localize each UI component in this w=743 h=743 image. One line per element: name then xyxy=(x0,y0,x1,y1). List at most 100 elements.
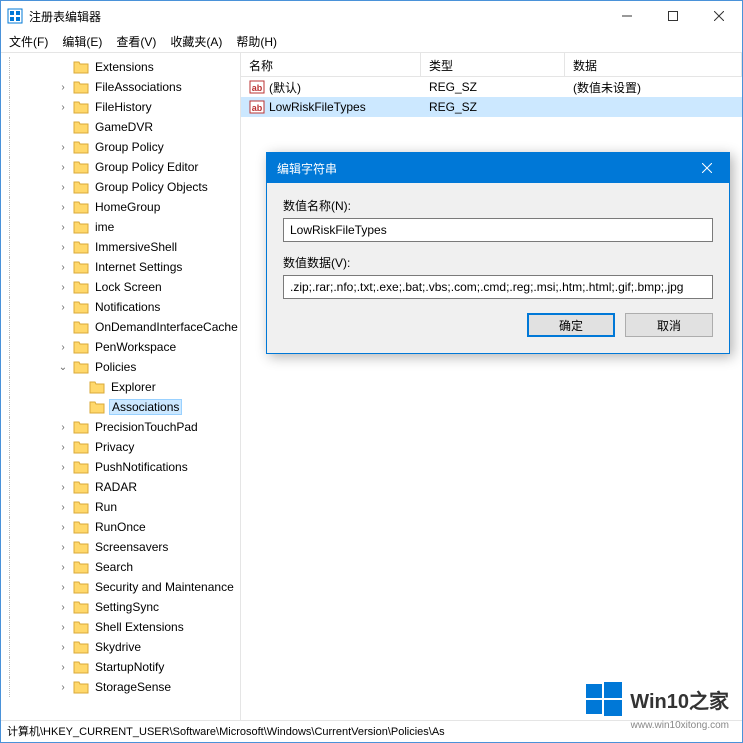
tree-item[interactable]: ›Skydrive xyxy=(1,637,240,657)
tree-item-label: Associations xyxy=(109,399,182,415)
menu-help[interactable]: 帮助(H) xyxy=(236,33,277,50)
tree-expander-icon[interactable]: › xyxy=(57,422,69,433)
tree-item[interactable]: ›Internet Settings xyxy=(1,257,240,277)
maximize-button[interactable] xyxy=(650,1,696,31)
cell-name: (默认) xyxy=(269,79,301,96)
tree-item[interactable]: › ImmersiveShell xyxy=(1,237,240,257)
tree-item[interactable]: › Group Policy Objects xyxy=(1,177,240,197)
tree-item[interactable]: ›Security and Maintenance xyxy=(1,577,240,597)
tree-item[interactable]: › Privacy xyxy=(1,437,240,457)
tree-expander-icon[interactable]: › xyxy=(57,482,69,493)
list-row[interactable]: ab(默认)REG_SZ(数值未设置) xyxy=(241,77,742,97)
tree-expander-icon[interactable]: › xyxy=(57,662,69,673)
folder-icon xyxy=(73,240,89,254)
tree-expander-icon[interactable]: › xyxy=(57,542,69,553)
menu-favorites[interactable]: 收藏夹(A) xyxy=(170,33,222,50)
tree-expander-icon[interactable]: › xyxy=(57,222,69,233)
tree-item[interactable]: ›Search xyxy=(1,557,240,577)
tree-expander-icon[interactable]: › xyxy=(57,142,69,153)
col-data[interactable]: 数据 xyxy=(565,53,742,76)
tree-item[interactable]: OnDemandInterfaceCache xyxy=(1,317,240,337)
value-data-input[interactable] xyxy=(283,275,713,299)
tree-expander-icon[interactable]: › xyxy=(57,602,69,613)
tree-item[interactable]: ›PenWorkspace xyxy=(1,337,240,357)
tree-item[interactable]: ›Run xyxy=(1,497,240,517)
tree-item-label: Privacy xyxy=(93,440,136,454)
menu-view[interactable]: 查看(V) xyxy=(116,33,156,50)
tree-item[interactable]: ›HomeGroup xyxy=(1,197,240,217)
app-icon xyxy=(7,8,23,24)
folder-icon xyxy=(73,560,89,574)
tree-expander-icon[interactable]: › xyxy=(57,562,69,573)
folder-icon xyxy=(73,340,89,354)
folder-icon xyxy=(73,280,89,294)
tree-item[interactable]: ›RunOnce xyxy=(1,517,240,537)
tree-item[interactable]: › PrecisionTouchPad xyxy=(1,417,240,437)
tree-item-label: ImmersiveShell xyxy=(93,240,179,254)
tree-item-label: OnDemandInterfaceCache xyxy=(93,320,240,334)
list-row[interactable]: abLowRiskFileTypesREG_SZ xyxy=(241,97,742,117)
tree-item[interactable]: ›FileAssociations xyxy=(1,77,240,97)
tree-expander-icon[interactable]: › xyxy=(57,82,69,93)
watermark-text: Win10之家 xyxy=(630,685,729,714)
cancel-button[interactable]: 取消 xyxy=(625,313,713,337)
tree-item-label: Group Policy Objects xyxy=(93,180,210,194)
tree-expander-icon[interactable]: › xyxy=(57,242,69,253)
tree-item[interactable]: › Group Policy Editor xyxy=(1,157,240,177)
tree-expander-icon[interactable]: › xyxy=(57,182,69,193)
tree-expander-icon[interactable]: › xyxy=(57,582,69,593)
tree-item[interactable]: ›StartupNotify xyxy=(1,657,240,677)
menu-edit[interactable]: 编辑(E) xyxy=(62,33,102,50)
tree-expander-icon[interactable]: › xyxy=(57,462,69,473)
tree-expander-icon[interactable]: › xyxy=(57,682,69,693)
tree-expander-icon[interactable]: › xyxy=(57,162,69,173)
folder-icon xyxy=(73,100,89,114)
tree-expander-icon[interactable]: › xyxy=(57,202,69,213)
window-title: 注册表编辑器 xyxy=(29,8,604,25)
tree-item[interactable]: Explorer xyxy=(1,377,240,397)
menu-file[interactable]: 文件(F) xyxy=(9,33,48,50)
windows-logo-icon xyxy=(586,681,622,717)
tree-item[interactable]: ›RADAR xyxy=(1,477,240,497)
tree-pane[interactable]: Extensions›FileAssociations›FileHistoryG… xyxy=(1,53,241,720)
tree-expander-icon[interactable]: ⌄ xyxy=(57,362,69,373)
minimize-button[interactable] xyxy=(604,1,650,31)
tree-expander-icon[interactable]: › xyxy=(57,642,69,653)
tree-item[interactable]: ›ime xyxy=(1,217,240,237)
close-button[interactable] xyxy=(696,1,742,31)
tree-expander-icon[interactable]: › xyxy=(57,622,69,633)
tree-item[interactable]: › Group Policy xyxy=(1,137,240,157)
folder-icon xyxy=(73,180,89,194)
value-name-input[interactable] xyxy=(283,218,713,242)
tree-expander-icon[interactable]: › xyxy=(57,502,69,513)
tree-expander-icon[interactable]: › xyxy=(57,262,69,273)
folder-icon xyxy=(89,400,105,414)
tree-item[interactable]: Associations xyxy=(1,397,240,417)
tree-expander-icon[interactable]: › xyxy=(57,442,69,453)
tree-item-label: Group Policy Editor xyxy=(93,160,200,174)
tree-item[interactable]: ›SettingSync xyxy=(1,597,240,617)
folder-icon xyxy=(73,360,89,374)
tree-item[interactable]: ›Shell Extensions xyxy=(1,617,240,637)
folder-icon xyxy=(73,120,89,134)
tree-item[interactable]: Extensions xyxy=(1,57,240,77)
tree-expander-icon[interactable]: › xyxy=(57,342,69,353)
tree-item[interactable]: ⌄Policies xyxy=(1,357,240,377)
tree-expander-icon[interactable]: › xyxy=(57,282,69,293)
tree-item[interactable]: ›Lock Screen xyxy=(1,277,240,297)
col-type[interactable]: 类型 xyxy=(421,53,565,76)
dialog-close-button[interactable] xyxy=(685,153,729,183)
tree-item[interactable]: ›StorageSense xyxy=(1,677,240,697)
tree-item[interactable]: GameDVR xyxy=(1,117,240,137)
tree-expander-icon[interactable]: › xyxy=(57,102,69,113)
tree-item-label: PrecisionTouchPad xyxy=(93,420,200,434)
col-name[interactable]: 名称 xyxy=(241,53,421,76)
tree-item[interactable]: ›FileHistory xyxy=(1,97,240,117)
tree-item-label: Group Policy xyxy=(93,140,166,154)
tree-item[interactable]: ›Notifications xyxy=(1,297,240,317)
tree-expander-icon[interactable]: › xyxy=(57,302,69,313)
tree-item[interactable]: ›PushNotifications xyxy=(1,457,240,477)
tree-expander-icon[interactable]: › xyxy=(57,522,69,533)
ok-button[interactable]: 确定 xyxy=(527,313,615,337)
tree-item[interactable]: ›Screensavers xyxy=(1,537,240,557)
